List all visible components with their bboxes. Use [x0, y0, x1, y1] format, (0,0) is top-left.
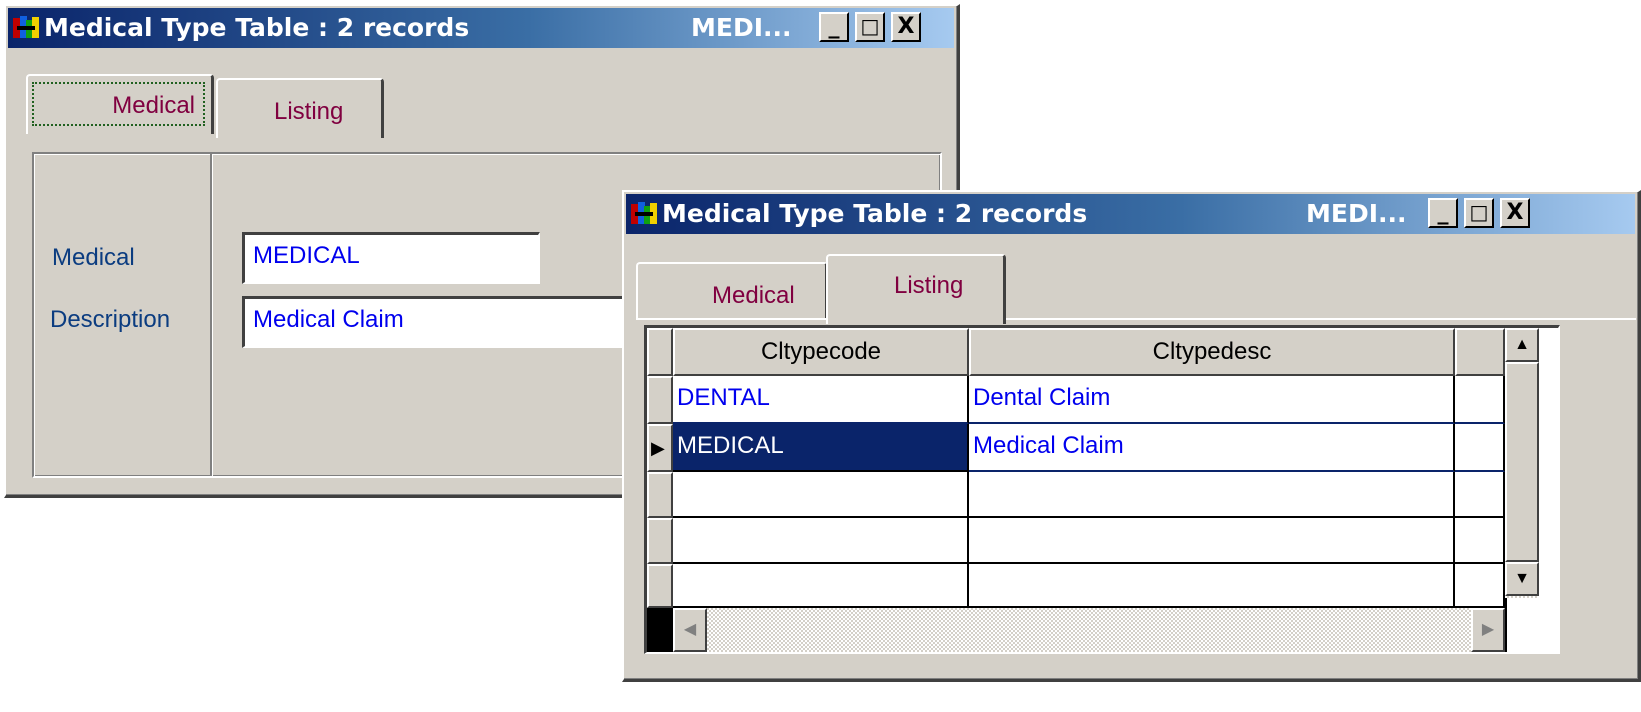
hscroll-left-block [647, 608, 673, 652]
form-divider [210, 154, 212, 476]
tab-medical-label: Medical [712, 282, 795, 309]
cell-empty [1455, 376, 1505, 424]
tab-focus-rect: Medical [32, 82, 205, 126]
cell-code[interactable] [673, 472, 969, 518]
medical-field[interactable]: MEDICAL [242, 232, 540, 284]
tab-listing[interactable]: Listing [826, 254, 1006, 324]
row-selector[interactable]: ▶ [647, 424, 673, 472]
scroll-up-icon[interactable]: ▲ [1505, 328, 1539, 362]
cell-code[interactable]: MEDICAL [673, 424, 969, 472]
row-selector[interactable] [647, 518, 673, 564]
tab-content-border [636, 318, 1636, 320]
scroll-right-icon[interactable]: ▶ [1471, 608, 1505, 652]
cell-code[interactable]: DENTAL [673, 376, 969, 424]
app-icon [13, 16, 39, 38]
cell-empty [1455, 472, 1505, 518]
tab-listing[interactable]: Listing [216, 78, 384, 138]
tab-listing-label: Listing [894, 272, 964, 299]
scroll-left-icon[interactable]: ◀ [673, 608, 707, 652]
front-window-titlebar[interactable]: Medical Type Table : 2 records MEDI... _… [626, 194, 1635, 234]
description-label: Description [50, 306, 171, 333]
app-icon [631, 202, 657, 224]
maximize-icon[interactable]: □ [855, 12, 885, 42]
cell-desc[interactable] [969, 472, 1455, 518]
scroll-corner [1505, 598, 1539, 652]
row-selector[interactable] [647, 472, 673, 518]
cell-desc[interactable] [969, 564, 1455, 608]
cell-empty [1455, 424, 1505, 472]
window-title-short: MEDI... [691, 13, 792, 42]
cell-code[interactable] [673, 518, 969, 564]
back-window-titlebar[interactable]: Medical Type Table : 2 records MEDI... _… [8, 8, 954, 48]
cell-empty [1455, 518, 1505, 564]
description-field[interactable]: Medical Claim [242, 296, 662, 348]
column-header[interactable]: Cltypecode [673, 328, 969, 376]
row-selector[interactable] [647, 564, 673, 608]
scroll-down-icon[interactable]: ▼ [1505, 562, 1539, 596]
minimize-icon[interactable]: _ [819, 12, 849, 42]
row-selector[interactable] [647, 376, 673, 424]
column-header-empty [1455, 328, 1505, 376]
cell-desc[interactable] [969, 518, 1455, 564]
column-header[interactable]: Cltypedesc [969, 328, 1455, 376]
grid-corner [647, 328, 673, 376]
tab-medical-label: Medical [112, 92, 195, 119]
record-pointer-icon: ▶ [651, 438, 665, 458]
minimize-icon[interactable]: _ [1428, 198, 1458, 228]
cell-code[interactable] [673, 564, 969, 608]
listing-grid[interactable]: Cltypecode Cltypedesc DENTAL Dental Clai… [644, 325, 1560, 654]
maximize-icon[interactable]: □ [1464, 198, 1494, 228]
tab-medical[interactable]: Medical [26, 74, 214, 134]
window-title: Medical Type Table : 2 records [662, 199, 1088, 228]
window-title: Medical Type Table : 2 records [44, 13, 470, 42]
horizontal-scroll-track[interactable] [673, 608, 1505, 652]
close-icon[interactable]: X [891, 12, 921, 42]
cell-desc[interactable]: Medical Claim [969, 424, 1455, 472]
medical-label: Medical [52, 244, 135, 271]
close-icon[interactable]: X [1500, 198, 1530, 228]
window-title-short: MEDI... [1306, 199, 1407, 228]
front-window: Medical Type Table : 2 records MEDI... _… [622, 190, 1641, 682]
tab-medical[interactable]: Medical [636, 262, 828, 318]
tab-listing-label: Listing [274, 98, 344, 125]
cell-desc[interactable]: Dental Claim [969, 376, 1455, 424]
vertical-scroll-thumb[interactable] [1505, 362, 1539, 562]
cell-empty [1455, 564, 1505, 608]
